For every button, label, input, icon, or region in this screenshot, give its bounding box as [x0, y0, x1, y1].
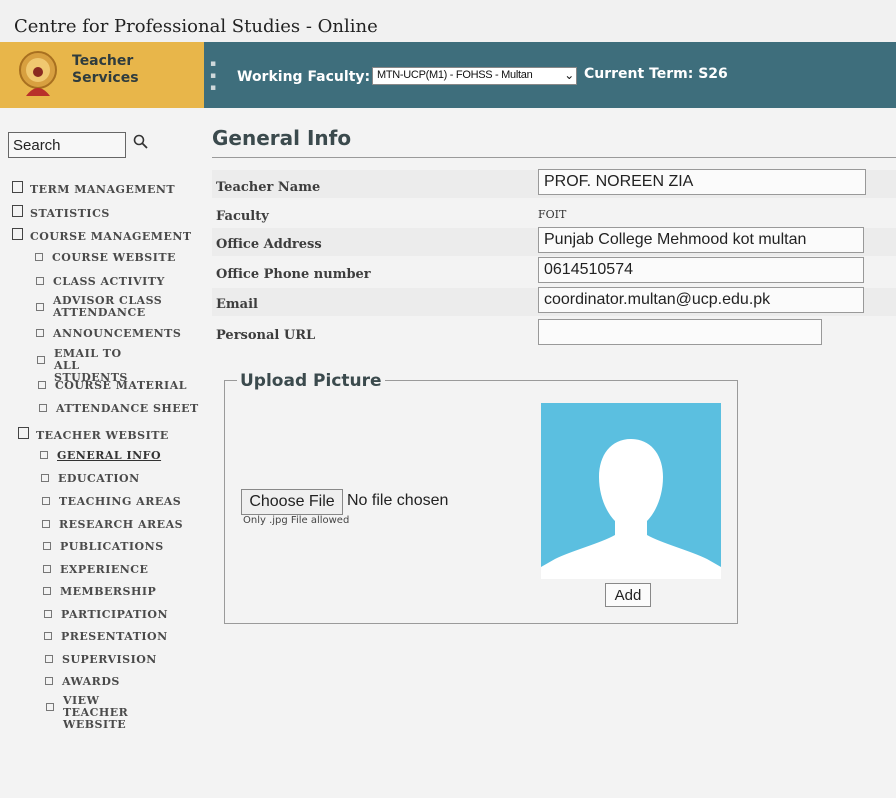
checkbox-icon: [45, 655, 53, 663]
checkbox-icon: [41, 474, 49, 482]
checkbox-icon: [39, 404, 47, 412]
choose-file-button[interactable]: Choose File: [241, 489, 343, 515]
add-button[interactable]: Add: [605, 583, 651, 607]
checkbox-icon: [12, 205, 23, 217]
faculty-select-value: MTN-UCP(M1) - FOHSS - Multan: [377, 69, 533, 81]
checkbox-icon: [43, 542, 51, 550]
window-title: Centre for Professional Studies - Online: [14, 16, 378, 37]
form-row-office-phone: Office Phone number 0614510574: [212, 257, 896, 286]
teacher-name-label: Teacher Name: [216, 180, 321, 195]
sidebar-item-course-material[interactable]: COURSE MATERIAL: [38, 380, 187, 392]
sidebar-item-statistics[interactable]: STATISTICS: [12, 205, 110, 220]
avatar-placeholder: [541, 403, 721, 579]
office-phone-label: Office Phone number: [216, 267, 371, 282]
upload-legend: Upload Picture: [237, 371, 385, 391]
search-icon[interactable]: [132, 133, 150, 151]
personal-url-label: Personal URL: [216, 328, 316, 343]
no-file-text: No file chosen: [347, 492, 449, 509]
sidebar-item-experience[interactable]: EXPERIENCE: [43, 564, 148, 576]
checkbox-icon: [35, 253, 43, 261]
faculty-label: Working Faculty:: [237, 69, 371, 85]
form-row-faculty: Faculty FOIT: [212, 200, 896, 228]
sidebar-item-education[interactable]: EDUCATION: [41, 473, 140, 485]
checkbox-icon: [45, 677, 53, 685]
sidebar-item-course-management[interactable]: COURSE MANAGEMENT: [12, 228, 192, 243]
checkbox-icon: [18, 427, 29, 439]
brand-area[interactable]: Teacher Services: [0, 42, 204, 108]
menu-handle-icon[interactable]: ▪ ▪ ▪: [210, 58, 216, 94]
sidebar-item-class-activity[interactable]: CLASS ACTIVITY: [36, 276, 165, 288]
sidebar-item-view-teacher-website[interactable]: VIEW TEACHER WEBSITE: [46, 695, 156, 731]
checkbox-icon: [36, 329, 44, 337]
current-term: Current Term: S26: [584, 66, 728, 82]
title-bar: Centre for Professional Studies - Online: [0, 0, 896, 42]
file-hint: Only .jpg File allowed: [243, 515, 350, 526]
brand-line2: Services: [72, 70, 139, 86]
form-row-email: Email coordinator.multan@ucp.edu.pk: [212, 287, 896, 316]
checkbox-icon: [38, 381, 46, 389]
sidebar-item-general-info[interactable]: GENERAL INFO: [40, 450, 161, 462]
checkbox-icon: [43, 587, 51, 595]
chevron-down-icon: ⌄: [564, 68, 574, 82]
checkbox-icon: [42, 520, 50, 528]
checkbox-icon: [37, 356, 45, 364]
teacher-name-field[interactable]: PROF. NOREEN ZIA: [538, 169, 866, 195]
checkbox-icon: [12, 181, 23, 193]
sidebar-item-advisor-class-attendance[interactable]: ADVISOR CLASS ATTENDANCE: [36, 295, 176, 319]
form-row-office-address: Office Address Punjab College Mehmood ko…: [212, 227, 896, 256]
brand-line1: Teacher: [72, 53, 134, 69]
checkbox-icon: [44, 632, 52, 640]
sidebar-item-participation[interactable]: PARTICIPATION: [44, 609, 168, 621]
checkbox-icon: [36, 303, 44, 311]
checkbox-icon: [43, 565, 51, 573]
office-address-label: Office Address: [216, 237, 322, 252]
sidebar-item-membership[interactable]: MEMBERSHIP: [43, 586, 156, 598]
checkbox-icon: [42, 497, 50, 505]
office-phone-field[interactable]: 0614510574: [538, 257, 864, 283]
sidebar-item-teacher-website[interactable]: TEACHER WEBSITE: [18, 427, 169, 442]
sidebar-item-awards[interactable]: AWARDS: [45, 676, 120, 688]
checkbox-icon: [40, 451, 48, 459]
checkbox-icon: [44, 610, 52, 618]
office-address-field[interactable]: Punjab College Mehmood kot multan: [538, 227, 864, 253]
logo-icon: [19, 51, 57, 96]
email-label: Email: [216, 297, 258, 312]
sidebar-item-teaching-areas[interactable]: TEACHING AREAS: [42, 496, 181, 508]
sidebar-item-supervision[interactable]: SUPERVISION: [45, 654, 157, 666]
sidebar-item-research-areas[interactable]: RESEARCH AREAS: [42, 519, 183, 531]
search-input[interactable]: Search: [8, 132, 126, 158]
sidebar-item-announcements[interactable]: ANNOUNCEMENTS: [36, 328, 181, 340]
sidebar-item-course-website[interactable]: COURSE WEBSITE: [35, 252, 176, 264]
form-row-teacher-name: Teacher Name PROF. NOREEN ZIA: [212, 169, 896, 198]
header-bar: Teacher Services ▪ ▪ ▪ Working Faculty: MT…: [0, 42, 896, 108]
faculty-value: FOIT: [538, 208, 567, 221]
sidebar-item-presentation[interactable]: PRESENTATION: [44, 631, 168, 643]
sidebar-item-publications[interactable]: PUBLICATIONS: [43, 541, 164, 553]
page-title: General Info: [212, 126, 352, 150]
checkbox-icon: [46, 703, 54, 711]
email-field[interactable]: coordinator.multan@ucp.edu.pk: [538, 287, 864, 313]
faculty-field-label: Faculty: [216, 209, 269, 224]
form-row-personal-url: Personal URL: [212, 319, 896, 347]
sidebar-item-attendance-sheet[interactable]: ATTENDANCE SHEET: [39, 403, 199, 415]
sidebar-item-term-management[interactable]: TERM MANAGEMENT: [12, 181, 175, 196]
checkbox-icon: [12, 228, 23, 240]
checkbox-icon: [36, 277, 44, 285]
personal-url-field[interactable]: [538, 319, 822, 345]
faculty-select[interactable]: MTN-UCP(M1) - FOHSS - Multan ⌄: [372, 67, 577, 85]
title-divider: [212, 157, 896, 158]
brand-title: Teacher Services: [72, 53, 139, 87]
upload-picture-panel: Upload Picture Choose File No file chose…: [224, 371, 738, 624]
